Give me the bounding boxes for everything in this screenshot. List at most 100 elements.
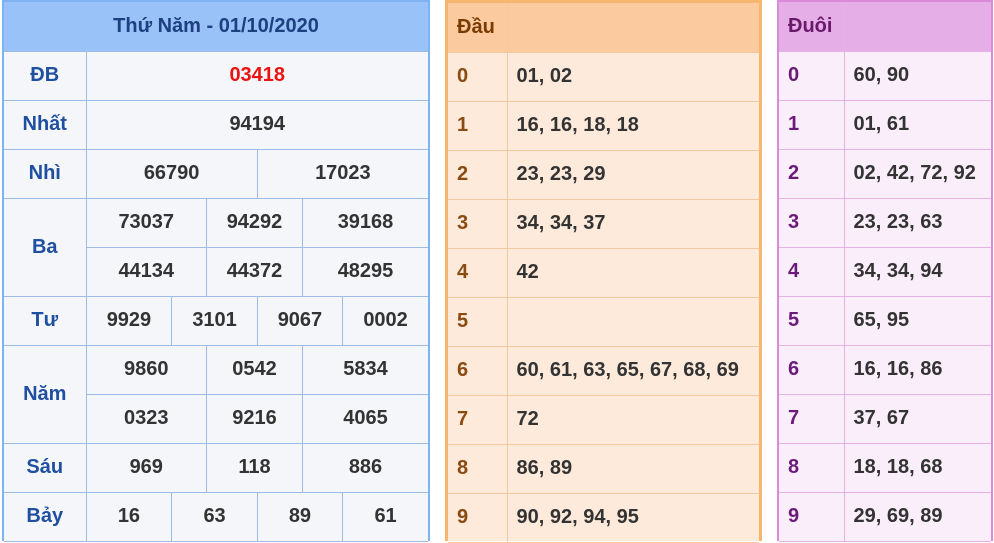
duoi-row: 9 29, 69, 89 — [779, 492, 991, 542]
dau-value: 01, 02 — [507, 52, 759, 102]
dau-value: 86, 89 — [507, 444, 759, 494]
prize-value-nhat: 94194 — [86, 100, 428, 150]
duoi-key: 3 — [779, 198, 845, 248]
dau-value: 72 — [507, 395, 759, 445]
prize-label-tu: Tư — [4, 296, 87, 346]
prize-value-db: 03418 — [86, 51, 428, 101]
dau-key: 5 — [448, 297, 508, 347]
duoi-value: 34, 34, 94 — [844, 247, 991, 297]
dau-value — [507, 297, 759, 347]
duoi-header: Đuôi — [779, 2, 845, 52]
duoi-value: 23, 23, 63 — [844, 198, 991, 248]
results-panel: Thứ Năm - 01/10/2020 ĐB 03418 Nhất 94194… — [2, 0, 430, 542]
prize-values-nhi: 66790 17023 — [86, 149, 428, 199]
dau-key: 8 — [448, 444, 508, 494]
duoi-row: 6 16, 16, 86 — [779, 345, 991, 395]
prize-row-ba-1: Ba 73037 94292 39168 — [4, 198, 428, 297]
prize-value-bay-2: 63 — [171, 492, 258, 541]
duoi-value: 02, 42, 72, 92 — [844, 149, 991, 199]
duoi-row: 1 01, 61 — [779, 100, 991, 150]
dau-value: 34, 34, 37 — [507, 199, 759, 249]
prize-label-db: ĐB — [4, 51, 87, 101]
dau-header-values — [507, 3, 759, 53]
dau-key: 7 — [448, 395, 508, 445]
duoi-row: 7 37, 67 — [779, 394, 991, 444]
prize-values-ba-1: 73037 94292 39168 — [86, 198, 428, 248]
prize-value-ba-4: 44134 — [86, 247, 207, 296]
prize-values-nam-2: 0323 9216 4065 — [86, 394, 428, 444]
prize-label-sau: Sáu — [4, 443, 87, 493]
prize-value-nhi-1: 66790 — [86, 149, 258, 198]
dau-value: 60, 61, 63, 65, 67, 68, 69 — [507, 346, 759, 396]
prize-values-ba-2: 44134 44372 48295 — [86, 247, 428, 297]
prize-value-tu-1: 9929 — [86, 296, 173, 345]
duoi-key: 4 — [779, 247, 845, 297]
prize-value-ba-5: 44372 — [206, 247, 303, 296]
dau-value: 23, 23, 29 — [507, 150, 759, 200]
dau-key: 4 — [448, 248, 508, 298]
dau-value: 42 — [507, 248, 759, 298]
duoi-key: 6 — [779, 345, 845, 395]
dau-key: 1 — [448, 101, 508, 151]
prize-row-tu: Tư 9929 3101 9067 0002 — [4, 296, 428, 346]
duoi-key: 1 — [779, 100, 845, 150]
prize-value-bay-4: 61 — [374, 505, 397, 527]
prize-value-sau-3: 886 — [348, 456, 383, 478]
dau-row: 0 01, 02 — [448, 52, 759, 102]
duoi-value: 01, 61 — [844, 100, 991, 150]
dau-value: 16, 16, 18, 18 — [507, 101, 759, 151]
dau-key: 3 — [448, 199, 508, 249]
prize-value-tu-2: 3101 — [171, 296, 258, 345]
dau-header: Đầu — [448, 3, 508, 53]
prize-values-bay: 16 63 89 61 — [86, 492, 428, 542]
dau-value: 90, 92, 94, 95 — [507, 493, 759, 543]
duoi-value: 29, 69, 89 — [844, 492, 991, 542]
duoi-row: 8 18, 18, 68 — [779, 443, 991, 493]
dau-row: 2 23, 23, 29 — [448, 150, 759, 200]
prize-value-nam-4: 0323 — [86, 394, 207, 443]
dau-table: Đầu 0 01, 02 1 16, 16, 18, 18 2 23, 23, 29 … — [448, 3, 759, 543]
dau-row: 1 16, 16, 18, 18 — [448, 101, 759, 151]
prize-value-nhi-2: 17023 — [315, 162, 371, 184]
prize-value-nam-1: 9860 — [86, 345, 207, 394]
prize-values-sau: 969 118 886 — [86, 443, 428, 493]
duoi-header-values — [844, 2, 991, 52]
dau-row: 3 34, 34, 37 — [448, 199, 759, 249]
prize-value-nam-2: 0542 — [206, 345, 303, 394]
duoi-key: 8 — [779, 443, 845, 493]
prize-value-ba-6: 48295 — [337, 260, 394, 282]
duoi-value: 18, 18, 68 — [844, 443, 991, 493]
duoi-panel: Đuôi 0 60, 90 1 01, 61 2 02, 42, 72, 92 3 23… — [777, 0, 993, 542]
prize-label-nam: Năm — [4, 345, 87, 444]
prize-row-nhi: Nhì 66790 17023 — [4, 149, 428, 199]
prize-value-nam-6: 4065 — [343, 407, 388, 429]
duoi-row: 0 60, 90 — [779, 51, 991, 101]
prize-row-db: ĐB 03418 — [4, 51, 428, 101]
dau-key: 2 — [448, 150, 508, 200]
prize-values-nam-1: 9860 0542 5834 — [86, 345, 428, 395]
prize-value-bay-1: 16 — [86, 492, 173, 541]
dau-row: 7 72 — [448, 395, 759, 445]
prize-value-ba-2: 94292 — [206, 198, 303, 247]
prize-value-sau-1: 969 — [86, 443, 207, 492]
dau-row: 9 90, 92, 94, 95 — [448, 493, 759, 543]
prize-row-nam-1: Năm 9860 0542 5834 — [4, 345, 428, 444]
dau-key: 9 — [448, 493, 508, 543]
dau-panel: Đầu 0 01, 02 1 16, 16, 18, 18 2 23, 23, 29 … — [445, 0, 762, 543]
duoi-value: 37, 67 — [844, 394, 991, 444]
duoi-key: 2 — [779, 149, 845, 199]
dau-row: 4 42 — [448, 248, 759, 298]
dau-row: 6 60, 61, 63, 65, 67, 68, 69 — [448, 346, 759, 396]
duoi-row: 2 02, 42, 72, 92 — [779, 149, 991, 199]
duoi-key: 7 — [779, 394, 845, 444]
prize-row-nhat: Nhất 94194 — [4, 100, 428, 150]
duoi-value: 16, 16, 86 — [844, 345, 991, 395]
prize-value-ba-3: 39168 — [337, 211, 394, 233]
prize-label-ba: Ba — [4, 198, 87, 297]
dau-row: 5 — [448, 297, 759, 347]
dau-key: 6 — [448, 346, 508, 396]
prize-value-nam-5: 9216 — [206, 394, 303, 443]
prize-label-nhat: Nhất — [4, 100, 87, 150]
prize-value-bay-3: 89 — [257, 492, 344, 541]
results-title: Thứ Năm - 01/10/2020 — [4, 2, 428, 52]
